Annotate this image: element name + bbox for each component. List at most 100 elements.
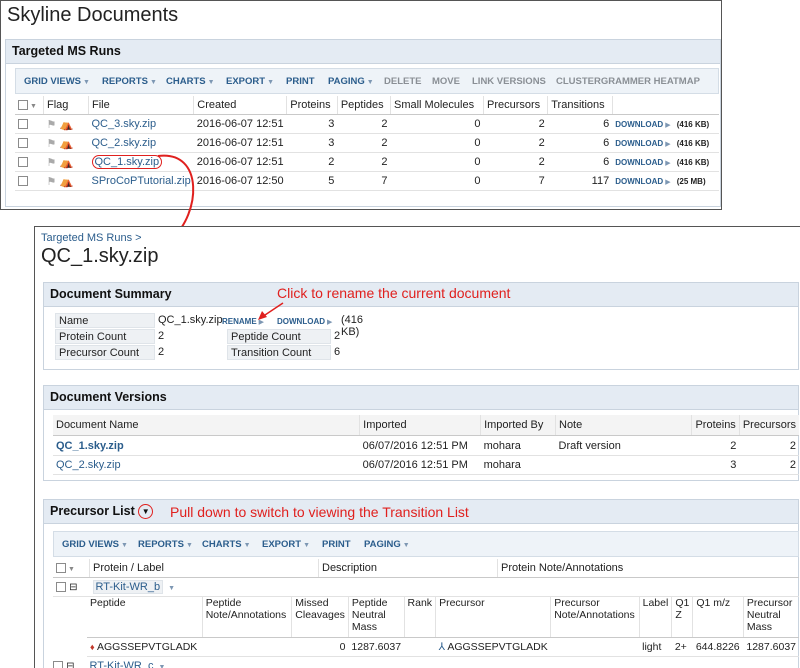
col-peptides[interactable]: Peptides [337, 96, 392, 115]
peptide-mass-cell: 1287.6037 [348, 637, 405, 657]
precursors-cell: 2 [739, 455, 799, 475]
version-link[interactable]: QC_1.sky.zip [53, 435, 360, 456]
runs-toolbar: GRID VIEWS ▼ REPORTS ▼ CHARTS ▼ EXPORT ▼ PRI… [15, 68, 719, 94]
precursor-cell[interactable]: AGGSSEPVTGLADK [447, 641, 547, 653]
created-cell: 2016-06-07 12:51 [193, 114, 287, 134]
col-flag[interactable]: Flag [43, 96, 89, 115]
flag-icon[interactable]: ⚑ [47, 138, 57, 150]
rename-link[interactable]: RENAME [222, 317, 257, 326]
export-menu[interactable]: EXPORT ▼ [262, 539, 310, 550]
select-all-checkbox[interactable] [18, 100, 28, 111]
grid-views-menu[interactable]: GRID VIEWS ▼ [24, 76, 90, 87]
grid-views-menu[interactable]: GRID VIEWS ▼ [62, 539, 128, 550]
download-link[interactable]: DOWNLOAD [615, 139, 663, 148]
download-link[interactable]: DOWNLOAD [277, 317, 325, 326]
paging-menu[interactable]: PAGING ▼ [328, 76, 374, 87]
col-q1-mz[interactable]: Q1 m/z [692, 597, 744, 638]
precursors-cell: 2 [739, 435, 799, 456]
select-all-checkbox[interactable] [56, 563, 66, 574]
col-file[interactable]: File [88, 96, 195, 115]
collapse-icon[interactable]: ⊟ [69, 582, 77, 593]
flag-icon[interactable]: ⚑ [47, 176, 57, 188]
row-checkbox[interactable] [18, 176, 28, 187]
col-note[interactable]: Note [555, 415, 693, 436]
collapse-icon[interactable]: ⊟ [66, 661, 74, 668]
col-small-molecules[interactable]: Small Molecules [390, 96, 484, 115]
col-imported-by[interactable]: Imported By [480, 415, 556, 436]
transitions-cell: 6 [547, 114, 613, 134]
flag-icon[interactable]: ⚑ [47, 157, 57, 169]
download-link[interactable]: DOWNLOAD [615, 177, 663, 186]
protein-count-label: Protein Count [55, 329, 155, 344]
reports-menu[interactable]: REPORTS ▼ [138, 539, 193, 550]
paging-menu[interactable]: PAGING ▼ [364, 539, 410, 550]
col-imported[interactable]: Imported [359, 415, 482, 436]
reports-menu[interactable]: REPORTS ▼ [102, 76, 157, 87]
row-checkbox[interactable] [56, 582, 66, 593]
col-precursors[interactable]: Precursors [739, 415, 799, 436]
file-link[interactable]: SProCoPTutorial.zip [88, 171, 194, 191]
col-peptide-neutral-mass[interactable]: Peptide Neutral Mass [348, 597, 405, 638]
col-precursor-note[interactable]: Precursor Note/Annotations [550, 597, 640, 638]
proteins-cell: 2 [286, 152, 338, 172]
col-proteins[interactable]: Proteins [286, 96, 338, 115]
download-link[interactable]: DOWNLOAD [615, 120, 663, 129]
peptide-cell[interactable]: AGGSSEPVTGLADK [97, 641, 197, 653]
col-missed-cleavages[interactable]: Missed Cleavages [291, 597, 349, 638]
col-proteins[interactable]: Proteins [691, 415, 740, 436]
imported-by-cell: mohara [480, 435, 556, 456]
flag-icon[interactable]: ⚑ [47, 119, 57, 131]
clustergrammer-button[interactable]: CLUSTERGRAMMER HEATMAP [556, 76, 700, 87]
col-rank[interactable]: Rank [404, 597, 437, 638]
col-label[interactable]: Label [639, 597, 673, 638]
charts-menu[interactable]: CHARTS ▼ [202, 539, 251, 550]
delete-button[interactable]: DELETE [384, 76, 421, 87]
row-checkbox[interactable] [53, 661, 63, 668]
col-precursor[interactable]: Precursor [435, 597, 552, 638]
col-precursors[interactable]: Precursors [483, 96, 549, 115]
file-link[interactable]: QC_2.sky.zip [88, 133, 194, 153]
protein-link[interactable]: RT-Kit-WR_c [90, 660, 154, 668]
link-versions-button[interactable]: LINK VERSIONS [472, 76, 546, 87]
table-row: ⚑ ⛺ SProCoPTutorial.zip 2016-06-07 12:50… [15, 171, 719, 191]
download-link[interactable]: DOWNLOAD [615, 158, 663, 167]
col-precursor-neutral-mass[interactable]: Precursor Neutral Mass [743, 597, 799, 638]
breadcrumb[interactable]: Targeted MS Runs > [41, 232, 142, 244]
row-checkbox[interactable] [18, 138, 28, 149]
file-size: (416 KB) [676, 120, 710, 129]
print-button[interactable]: PRINT [286, 76, 315, 87]
table-row: ⚑ ⛺ QC_1.sky.zip 2016-06-07 12:51 2 2 0 … [15, 152, 719, 172]
peptide-count-value: 2 [334, 330, 341, 342]
col-protein-note[interactable]: Protein Note/Annotations [497, 559, 799, 578]
col-q1-z[interactable]: Q1 Z [671, 597, 694, 638]
protein-link[interactable]: RT-Kit-WR_b [92, 580, 164, 594]
peptides-cell: 2 [337, 152, 391, 172]
file-link[interactable]: QC_3.sky.zip [88, 114, 194, 134]
name-label: Name [55, 313, 155, 328]
small-molecules-cell: 0 [390, 171, 484, 191]
precursor-mass-cell: 1287.6037 [743, 637, 799, 657]
small-molecules-cell: 0 [390, 133, 484, 153]
move-button[interactable]: MOVE [432, 76, 460, 87]
proteins-cell: 3 [286, 114, 338, 134]
version-link[interactable]: QC_2.sky.zip [53, 455, 360, 475]
app-title: Skyline Documents [7, 4, 179, 26]
row-checkbox[interactable] [18, 119, 28, 130]
col-created[interactable]: Created [193, 96, 288, 115]
col-peptide[interactable]: Peptide [87, 597, 203, 638]
transition-count-label: Transition Count [227, 345, 331, 360]
col-protein-label[interactable]: Protein / Label [89, 559, 319, 578]
export-menu[interactable]: EXPORT ▼ [226, 76, 274, 87]
chevron-down-icon[interactable]: ▼ [138, 504, 154, 520]
runs-grid: ▼ Flag File Created Proteins Peptides Sm… [15, 96, 719, 191]
file-link[interactable]: QC_1.sky.zip [88, 152, 194, 172]
row-checkbox[interactable] [18, 157, 28, 168]
file-type-icon: ⛺ [59, 137, 74, 150]
charts-menu[interactable]: CHARTS ▼ [166, 76, 215, 87]
col-peptide-note[interactable]: Peptide Note/Annotations [202, 597, 293, 638]
col-transitions[interactable]: Transitions [547, 96, 613, 115]
col-description[interactable]: Description [318, 559, 498, 578]
print-button[interactable]: PRINT [322, 539, 351, 550]
small-molecules-cell: 0 [390, 152, 484, 172]
col-document-name[interactable]: Document Name [53, 415, 361, 436]
